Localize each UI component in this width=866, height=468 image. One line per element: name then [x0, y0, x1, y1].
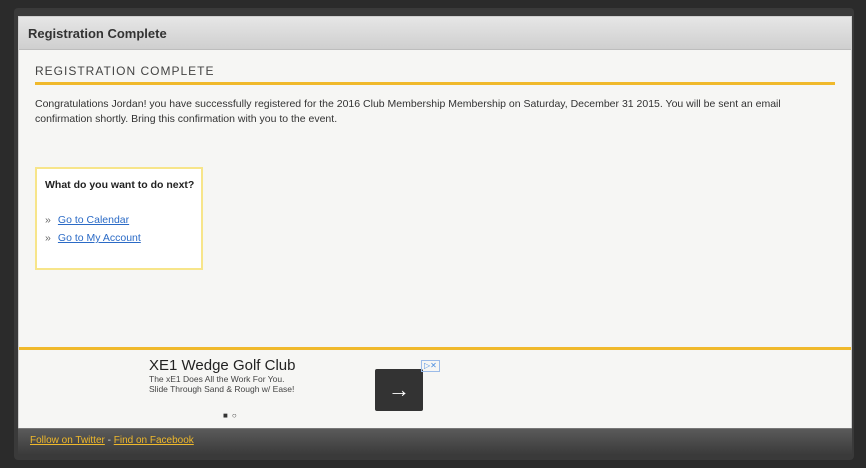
arrow-right-icon[interactable]: → — [375, 369, 423, 411]
go-to-calendar-link[interactable]: Go to Calendar — [58, 214, 129, 226]
bullet-icon: » — [45, 214, 51, 226]
panel-header: Registration Complete — [19, 17, 851, 50]
ad-carousel-dots[interactable]: ■ ○ — [223, 411, 241, 420]
carousel-dot-icon[interactable]: ○ — [232, 411, 237, 420]
next-steps-question: What do you want to do next? — [45, 179, 195, 191]
panel-header-title: Registration Complete — [28, 26, 167, 41]
footer-links: Follow on Twitter - Find on Facebook — [30, 435, 194, 446]
ad-divider — [19, 347, 851, 350]
adchoices-icon[interactable]: ▷✕ — [421, 360, 440, 372]
ad-banner[interactable]: XE1 Wedge Golf Club The xE1 Does All the… — [149, 357, 449, 420]
confirmation-message: Congratulations Jordan! you have success… — [35, 98, 781, 125]
panel-content: REGISTRATION COMPLETE Congratulations Jo… — [19, 50, 851, 270]
carousel-dot-active-icon[interactable]: ■ — [223, 411, 228, 420]
go-to-my-account-link[interactable]: Go to My Account — [58, 232, 141, 244]
list-item: » Go to My Account — [45, 229, 201, 247]
follow-on-twitter-link[interactable]: Follow on Twitter — [30, 435, 105, 446]
bullet-icon: » — [45, 232, 51, 244]
section-title: REGISTRATION COMPLETE — [35, 64, 835, 85]
list-item: » Go to Calendar — [45, 211, 201, 229]
find-on-facebook-link[interactable]: Find on Facebook — [114, 435, 194, 446]
footer-separator: - — [104, 435, 114, 446]
footer: Follow on Twitter - Find on Facebook — [18, 428, 852, 455]
registration-panel: Registration Complete REGISTRATION COMPL… — [18, 16, 852, 430]
next-steps-links: » Go to Calendar » Go to My Account — [45, 211, 201, 247]
next-steps-box: What do you want to do next? » Go to Cal… — [35, 167, 203, 270]
